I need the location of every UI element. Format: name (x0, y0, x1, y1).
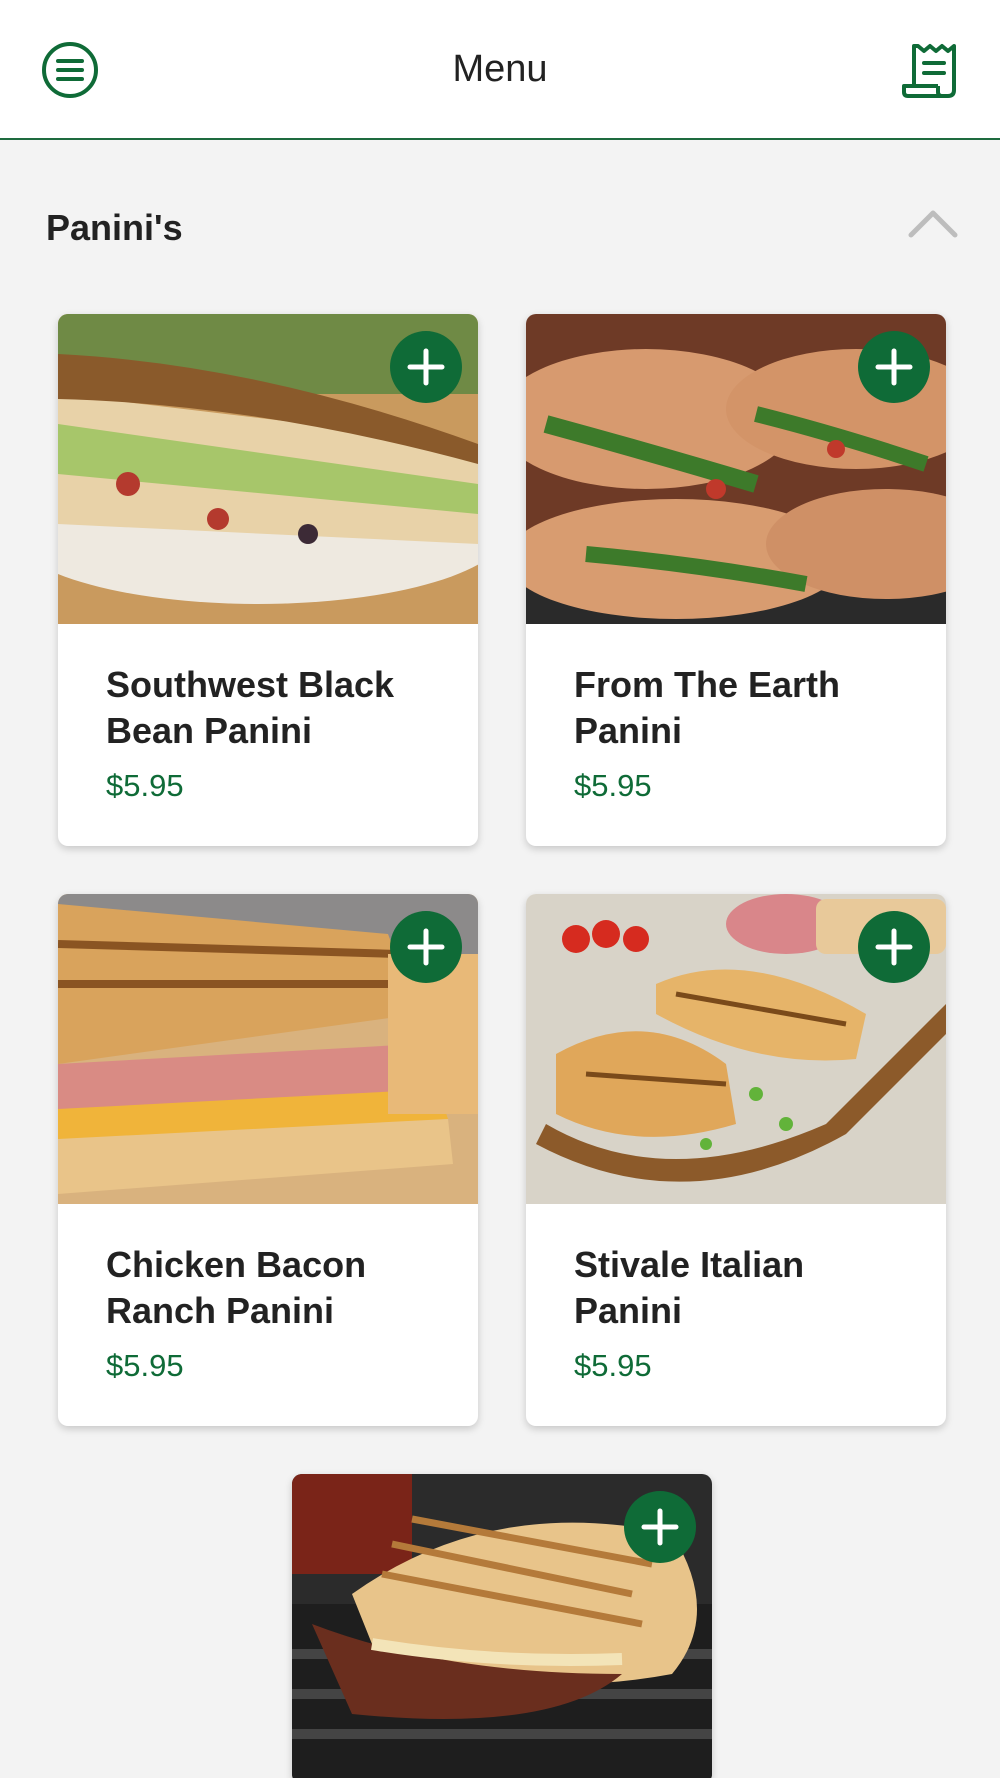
grilled-panini-photo (58, 894, 478, 1204)
add-to-cart-button[interactable] (858, 331, 930, 403)
add-to-cart-button[interactable] (624, 1491, 696, 1563)
item-details: From The Earth Panini $5.95 (526, 624, 946, 846)
add-to-cart-button[interactable] (390, 911, 462, 983)
menu-item-card[interactable]: Chicken Bacon Ranch Panini $5.95 (58, 894, 478, 1426)
item-details: Chicken Bacon Ranch Panini $5.95 (58, 1204, 478, 1426)
item-details: Stivale Italian Panini $5.95 (526, 1204, 946, 1426)
menu-page: Menu Panini's Southwest Black Bean Panin… (0, 0, 1000, 1778)
menu-item-card[interactable] (292, 1474, 712, 1778)
item-name: Southwest Black Bean Panini (106, 664, 395, 751)
item-price: $5.95 (106, 1348, 184, 1383)
page-title: Menu (452, 48, 548, 90)
item-name: From The Earth Panini (574, 664, 841, 751)
chevron-up-icon[interactable] (905, 205, 961, 241)
item-price: $5.95 (106, 768, 184, 803)
section-title: Panini's (46, 207, 183, 248)
menu-item-card[interactable]: Southwest Black Bean Panini $5.95 (58, 314, 478, 846)
ciabatta-sandwiches-photo (526, 314, 946, 624)
add-to-cart-button[interactable] (390, 331, 462, 403)
item-name: Stivale Italian Panini (574, 1244, 805, 1331)
menu-item-card[interactable]: From The Earth Panini $5.95 (526, 314, 946, 846)
panini-sandwich-photo (58, 314, 478, 624)
flatbread-panini-photo (292, 1474, 712, 1778)
panini-on-board-photo (526, 894, 946, 1204)
item-price: $5.95 (574, 1348, 652, 1383)
receipt-icon[interactable] (898, 38, 962, 102)
item-details: Southwest Black Bean Panini $5.95 (58, 624, 478, 846)
item-price: $5.95 (574, 768, 652, 803)
add-to-cart-button[interactable] (858, 911, 930, 983)
app-header: Menu (0, 0, 1000, 140)
menu-item-card[interactable]: Stivale Italian Panini $5.95 (526, 894, 946, 1426)
item-name: Chicken Bacon Ranch Panini (106, 1244, 367, 1331)
